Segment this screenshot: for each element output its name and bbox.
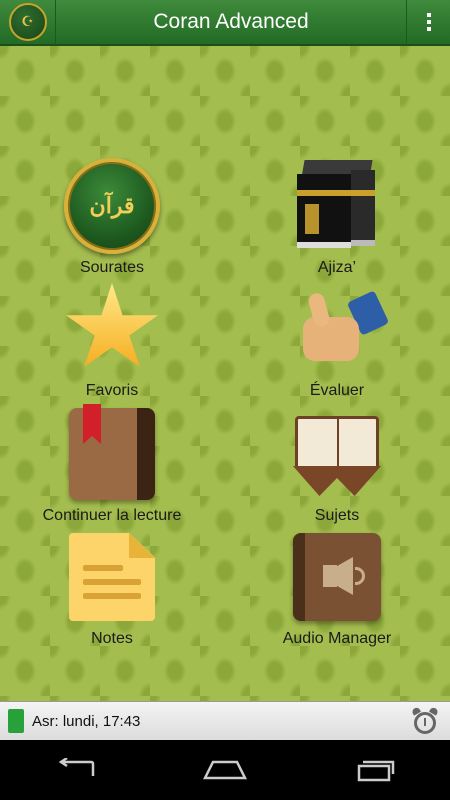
quran-medallion-icon: ☪ xyxy=(8,3,47,41)
back-arrow-icon xyxy=(58,758,95,776)
tile-notes[interactable]: Notes xyxy=(12,525,212,649)
tile-label: Audio Manager xyxy=(282,630,392,647)
app-logo-button[interactable]: ☪ xyxy=(0,0,56,45)
action-bar: ☪ Coran Advanced xyxy=(0,0,450,46)
audio-book-icon xyxy=(293,533,381,621)
back-button[interactable] xyxy=(45,750,105,790)
note-icon xyxy=(69,533,155,621)
overflow-dot xyxy=(426,27,431,31)
tile-label: Notes xyxy=(91,630,133,647)
tile-continuer-lecture[interactable]: Continuer la lecture xyxy=(12,402,212,526)
bookmark-book-icon xyxy=(69,404,155,500)
tile-label: Sujets xyxy=(314,507,360,524)
prayer-indicator xyxy=(8,709,24,733)
star-icon xyxy=(65,283,159,367)
tile-label: Ajiza’ xyxy=(317,259,357,276)
tile-audio-manager[interactable]: Audio Manager xyxy=(237,525,437,649)
tile-sourates[interactable]: قرآن Sourates xyxy=(12,154,212,278)
tile-evaluer[interactable]: Évaluer xyxy=(237,277,437,401)
tile-ajiza[interactable]: Ajiza’ xyxy=(237,154,437,278)
tile-label: Évaluer xyxy=(309,382,365,399)
prayer-status-bar[interactable]: Asr: lundi, 17:43 xyxy=(0,701,450,740)
overflow-dot xyxy=(426,20,431,24)
quran-medallion-icon: قرآن xyxy=(64,158,160,254)
overflow-dot xyxy=(426,13,431,17)
recent-apps-button[interactable] xyxy=(345,750,405,790)
app-title: Coran Advanced xyxy=(153,10,309,33)
tile-label: Favoris xyxy=(85,382,139,399)
thumbs-up-icon xyxy=(289,289,390,369)
main-menu-grid: قرآن Sourates Ajiza’ Favoris Évaluer Con… xyxy=(0,46,450,701)
tile-label: Sourates xyxy=(79,259,145,276)
home-icon xyxy=(202,760,248,780)
home-button[interactable] xyxy=(195,750,255,790)
open-book-icon xyxy=(289,410,385,498)
kaaba-icon xyxy=(297,160,377,252)
tile-sujets[interactable]: Sujets xyxy=(237,402,437,526)
recent-apps-icon xyxy=(357,760,395,782)
tile-label: Continuer la lecture xyxy=(42,507,182,524)
overflow-menu-button[interactable] xyxy=(406,0,450,45)
next-prayer-text: Asr: lundi, 17:43 xyxy=(32,712,141,730)
tile-favoris[interactable]: Favoris xyxy=(12,277,212,401)
system-nav-bar xyxy=(0,740,450,800)
alarm-clock-icon[interactable] xyxy=(410,706,440,736)
